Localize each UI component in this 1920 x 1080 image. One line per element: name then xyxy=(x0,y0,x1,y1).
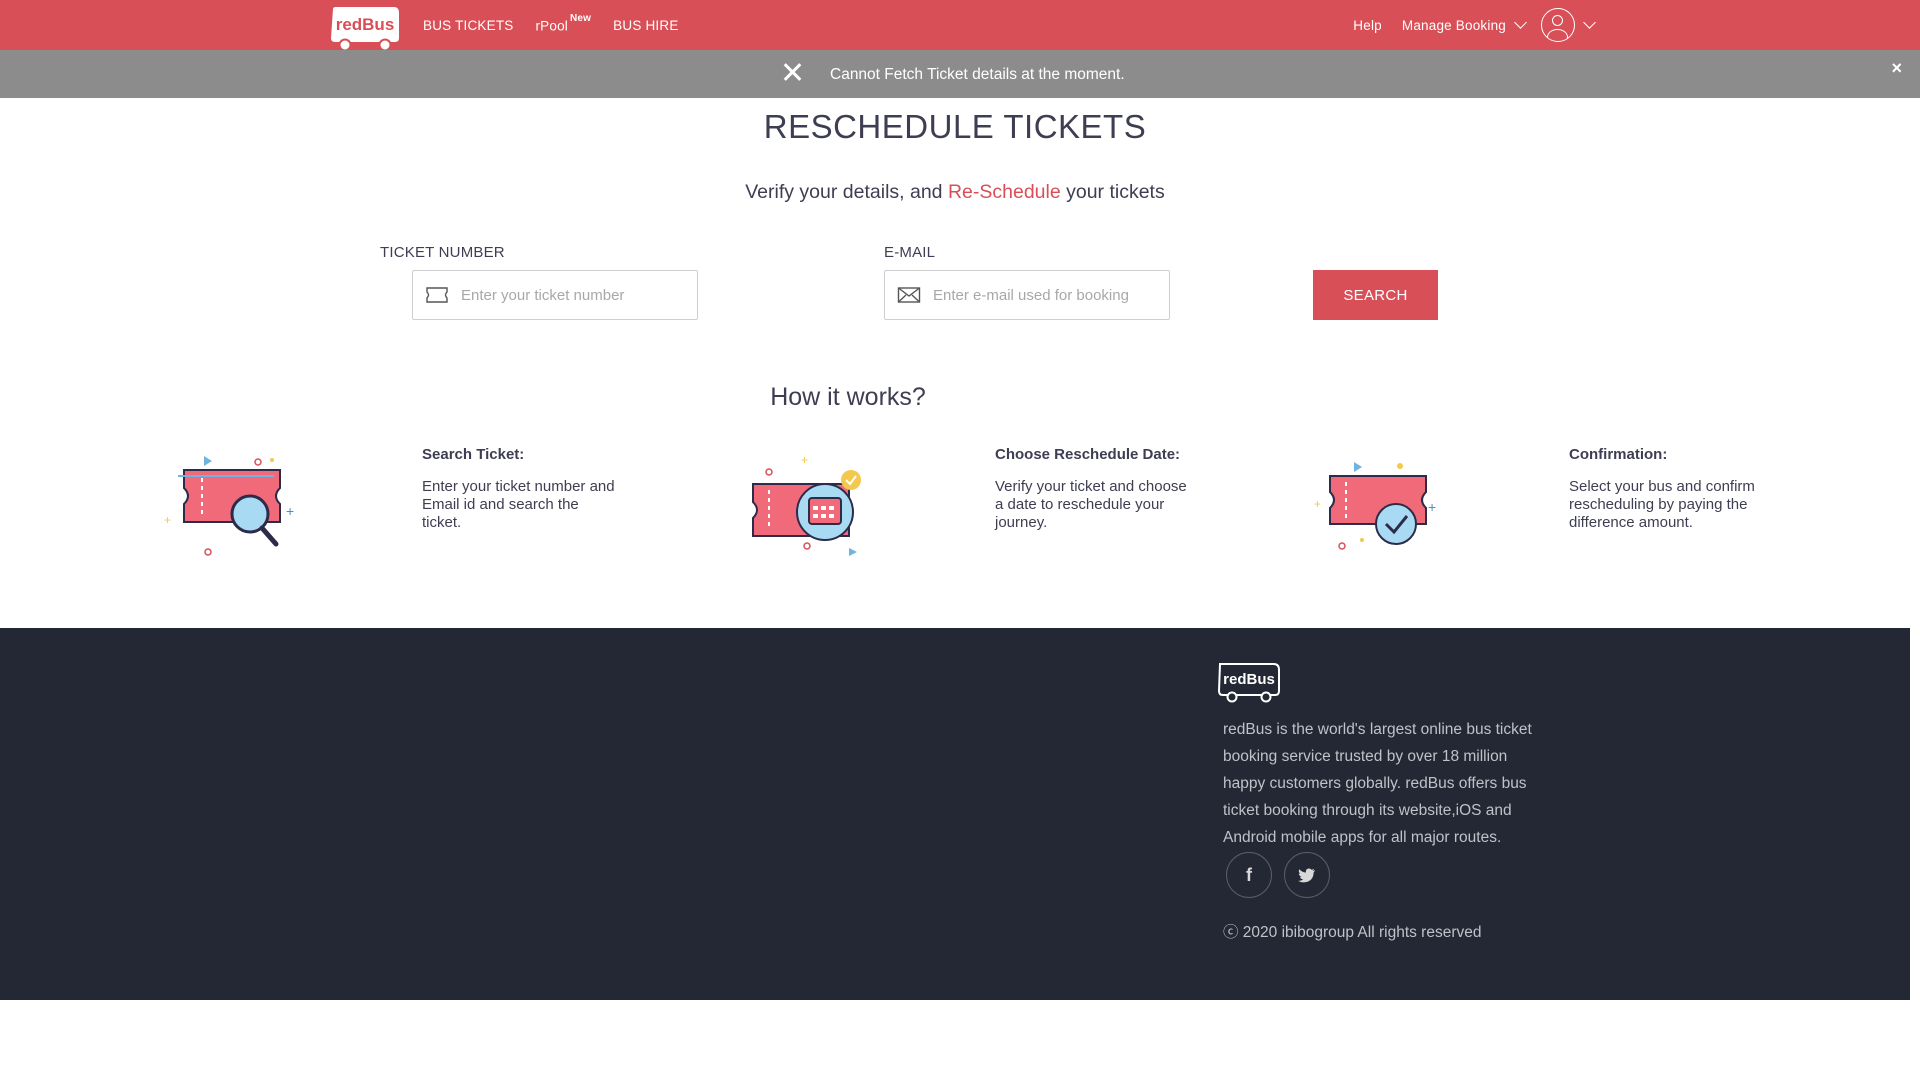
how-it-works-heading: How it works? xyxy=(770,383,926,411)
error-banner: Cannot Fetch Ticket details at the momen… xyxy=(0,50,1920,98)
nav-help[interactable]: Help xyxy=(1353,18,1382,33)
subtitle-suffix: your tickets xyxy=(1060,181,1165,203)
step-2-title: Choose Reschedule Date: xyxy=(995,446,1181,463)
subtitle-prefix: Verify your details, and xyxy=(745,181,948,203)
svg-text:+: + xyxy=(1428,499,1436,515)
step-1-title: Search Ticket: xyxy=(422,446,525,463)
page-title: RESCHEDULE TICKETS xyxy=(763,108,1147,145)
step-3-desc: Select your bus and confirm rescheduling… xyxy=(1569,478,1755,531)
email-input[interactable] xyxy=(933,286,1153,304)
user-menu[interactable] xyxy=(1541,8,1596,42)
ticket-check-icon: + + xyxy=(1314,462,1436,550)
subtitle-highlight: Re-Schedule xyxy=(947,181,1061,203)
new-badge: New xyxy=(570,12,592,24)
email-label: E-MAIL xyxy=(884,244,936,261)
mail-icon xyxy=(897,287,921,303)
page-subtitle: Verify your details, and Re-Schedule you… xyxy=(0,181,1910,204)
twitter-bird-icon xyxy=(1298,868,1315,882)
ticket-number-input[interactable] xyxy=(461,286,681,304)
svg-text:redBus: redBus xyxy=(1223,671,1275,688)
manage-booking-label: Manage Booking xyxy=(1401,17,1506,33)
step-2-desc: Verify your ticket and choose a date to … xyxy=(995,478,1187,531)
primary-nav: BUS TICKETS rPool New BUS HIRE xyxy=(423,0,701,50)
ticket-number-field[interactable] xyxy=(412,270,698,320)
footer-redbus-logo[interactable]: redBus xyxy=(1216,661,1282,703)
nav-bus-tickets[interactable]: BUS TICKETS xyxy=(423,18,513,33)
ticket-number-label: TICKET NUMBER xyxy=(380,244,505,261)
ticket-search-icon: + + xyxy=(164,456,294,556)
site-footer xyxy=(0,628,1910,1000)
step-3-title: Confirmation: xyxy=(1569,446,1668,463)
svg-text:+: + xyxy=(164,513,171,527)
secondary-nav: Help Manage Booking xyxy=(1333,0,1596,50)
search-button[interactable]: SEARCH xyxy=(1313,270,1438,320)
nav-bus-hire[interactable]: BUS HIRE xyxy=(613,18,678,33)
nav-rpool-label: rPool xyxy=(535,18,568,34)
step-1-desc: Enter your ticket number and Email id an… xyxy=(422,478,615,531)
svg-text:+: + xyxy=(801,453,808,467)
svg-text:redBus: redBus xyxy=(336,15,395,34)
chevron-down-icon xyxy=(1583,16,1596,29)
email-field[interactable] xyxy=(884,270,1170,320)
svg-text:+: + xyxy=(286,503,294,519)
footer-about-text: redBus is the world's largest online bus… xyxy=(1223,721,1532,846)
ticket-calendar-icon: + xyxy=(752,453,861,556)
copyright-text: ⓒ 2020 ibibogroup All rights reserved xyxy=(1223,924,1482,941)
nav-rpool[interactable]: rPool New xyxy=(535,13,591,34)
error-message: Cannot Fetch Ticket details at the momen… xyxy=(830,66,1125,83)
twitter-icon[interactable] xyxy=(1284,852,1330,898)
svg-text:+: + xyxy=(1314,497,1321,511)
ticket-icon xyxy=(426,287,448,303)
chevron-down-icon xyxy=(1514,16,1527,29)
top-header: redBus BUS TICKETS rPool New BUS HIRE Hel… xyxy=(0,0,1920,51)
redbus-logo[interactable]: redBus xyxy=(327,5,403,51)
close-banner-button[interactable]: × xyxy=(1891,58,1902,79)
error-x-icon xyxy=(780,60,804,84)
user-avatar-icon xyxy=(1541,8,1575,42)
facebook-icon[interactable]: f xyxy=(1226,852,1272,898)
nav-manage-booking[interactable]: Manage Booking xyxy=(1401,16,1527,33)
